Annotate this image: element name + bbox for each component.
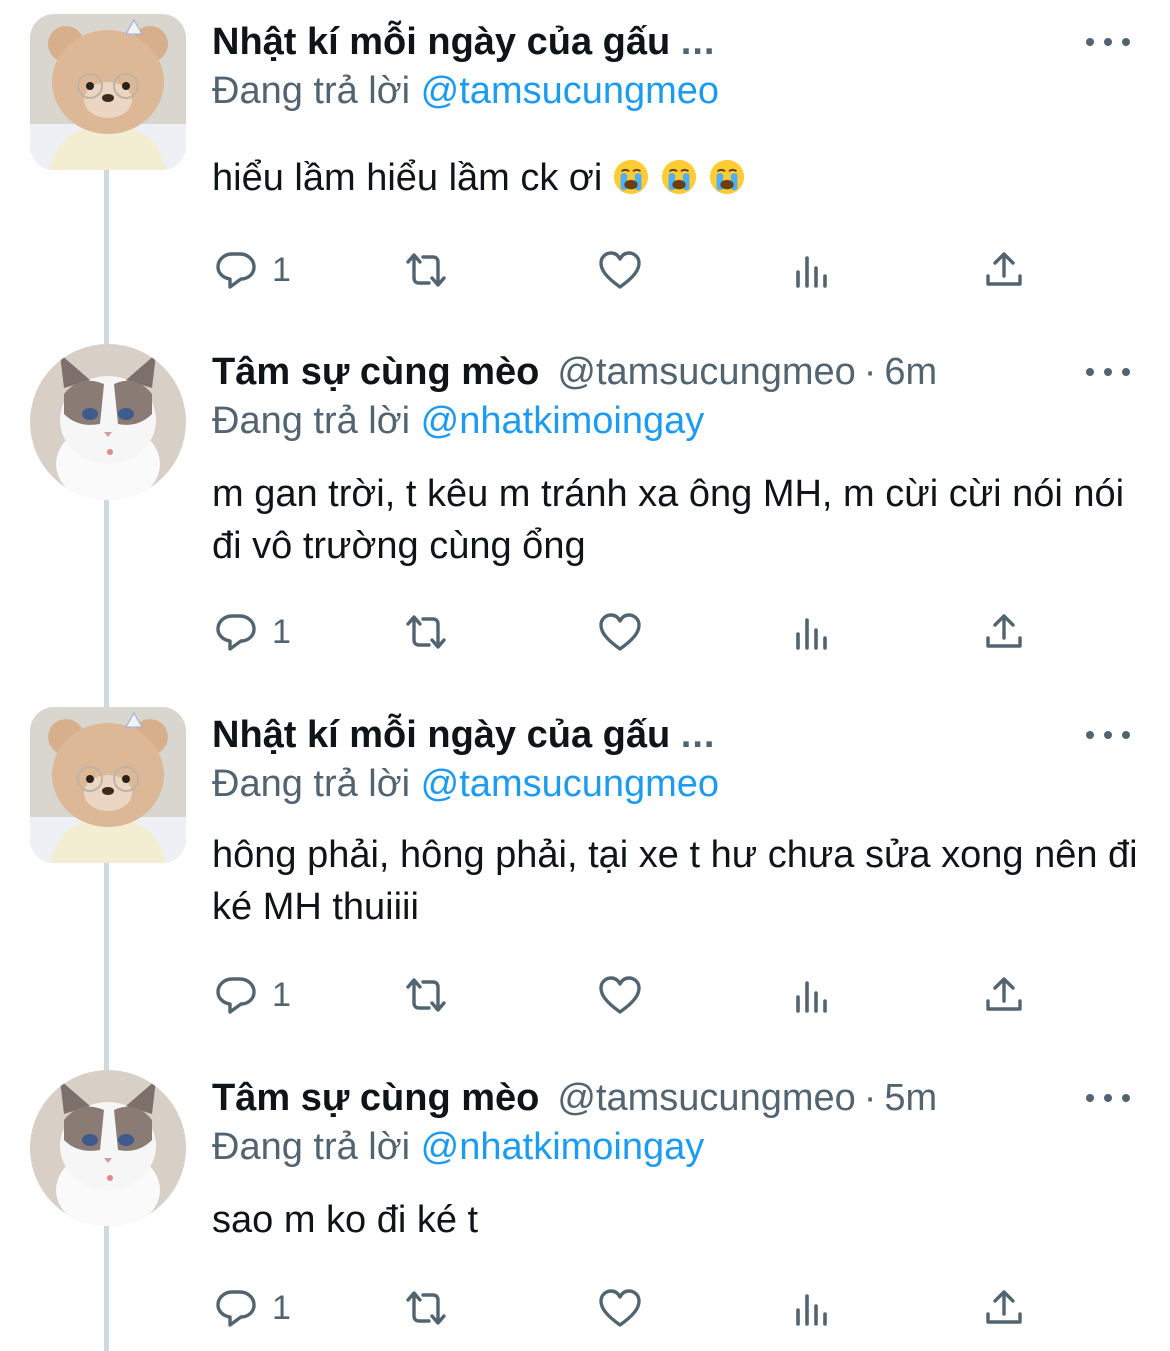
more-options-icon[interactable] bbox=[1086, 707, 1130, 763]
like-icon bbox=[599, 976, 641, 1014]
tweet-body: hiểu lầm hiểu lầm ck ơi bbox=[212, 157, 603, 199]
tweet-actions: 1 bbox=[212, 1280, 1112, 1336]
reply-context: Đang trả lời @tamsucungmeo bbox=[212, 64, 719, 118]
reply-icon bbox=[216, 977, 256, 1014]
retweet-icon bbox=[406, 978, 446, 1012]
retweet-button[interactable] bbox=[402, 242, 450, 298]
reply-icon bbox=[216, 614, 256, 651]
timestamp[interactable]: 6m bbox=[884, 351, 937, 393]
reply-count: 1 bbox=[272, 1288, 291, 1327]
tweet-text: hông phải, hông phải, tại xe t hư chưa s… bbox=[212, 834, 1138, 928]
meta-separator: · bbox=[863, 351, 877, 393]
views-icon bbox=[796, 256, 827, 288]
reply-prefix: Đang trả lời bbox=[212, 70, 411, 112]
tweet-text: hiểu lầm hiểu lầm ck ơi bbox=[212, 152, 1142, 204]
reply-button[interactable]: 1 bbox=[212, 967, 291, 1023]
reply-mention-link[interactable]: @tamsucungmeo bbox=[421, 763, 719, 805]
tweet-header: Tâm sự cùng mèo @tamsucungmeo · 6m bbox=[212, 344, 1112, 400]
tweet-actions: 1 bbox=[212, 604, 1112, 660]
tweet-text: m gan trời, t kêu m tránh xa ông MH, m c… bbox=[212, 473, 1125, 567]
tweet-header: Nhật kí mỗi ngày của gấu ... bbox=[212, 14, 1112, 70]
share-icon bbox=[986, 977, 1022, 1011]
more-options-icon[interactable] bbox=[1086, 1070, 1130, 1126]
author-name[interactable]: Nhật kí mỗi ngày của gấu bbox=[212, 21, 670, 63]
views-button[interactable] bbox=[788, 242, 836, 298]
author-name[interactable]: Tâm sự cùng mèo bbox=[212, 1077, 539, 1119]
author-name[interactable]: Tâm sự cùng mèo bbox=[212, 351, 539, 393]
reply-mention-link[interactable]: @nhatkimoingay bbox=[421, 1126, 705, 1168]
like-button[interactable] bbox=[596, 242, 644, 298]
reply-context: Đang trả lời @nhatkimoingay bbox=[212, 1120, 704, 1174]
reply-context: Đang trả lời @tamsucungmeo bbox=[212, 757, 719, 811]
like-icon bbox=[599, 613, 641, 651]
retweet-icon bbox=[406, 1291, 446, 1325]
like-button[interactable] bbox=[596, 604, 644, 660]
views-icon bbox=[796, 1294, 827, 1326]
reply-count: 1 bbox=[272, 975, 291, 1014]
reply-button[interactable]: 1 bbox=[212, 1280, 291, 1336]
cat-avatar[interactable] bbox=[30, 344, 186, 500]
name-truncation: ... bbox=[680, 21, 716, 63]
retweet-icon bbox=[406, 615, 446, 649]
loudly-crying-face-icon bbox=[710, 159, 745, 195]
reply-icon bbox=[216, 252, 256, 289]
views-icon bbox=[796, 981, 827, 1013]
cat-avatar[interactable] bbox=[30, 1070, 186, 1226]
retweet-button[interactable] bbox=[402, 967, 450, 1023]
meta-separator: · bbox=[863, 1077, 877, 1119]
reply-mention-link[interactable]: @nhatkimoingay bbox=[421, 400, 705, 442]
more-options-icon[interactable] bbox=[1086, 14, 1130, 70]
tweet-actions: 1 bbox=[212, 242, 1112, 298]
reply-mention-link[interactable]: @tamsucungmeo bbox=[421, 70, 719, 112]
more-options-icon[interactable] bbox=[1086, 344, 1130, 400]
share-button[interactable] bbox=[980, 967, 1028, 1023]
share-button[interactable] bbox=[980, 242, 1028, 298]
author-handle[interactable]: @tamsucungmeo bbox=[557, 351, 855, 393]
loudly-crying-face-icon bbox=[662, 159, 697, 195]
like-button[interactable] bbox=[596, 967, 644, 1023]
views-button[interactable] bbox=[788, 967, 836, 1023]
timestamp[interactable]: 5m bbox=[884, 1077, 937, 1119]
views-button[interactable] bbox=[788, 604, 836, 660]
tweet-header: Nhật kí mỗi ngày của gấu ... bbox=[212, 707, 1112, 763]
author-handle[interactable]: @tamsucungmeo bbox=[557, 1077, 855, 1119]
views-icon bbox=[796, 618, 827, 650]
views-button[interactable] bbox=[788, 1280, 836, 1336]
retweet-button[interactable] bbox=[402, 1280, 450, 1336]
author-name[interactable]: Nhật kí mỗi ngày của gấu bbox=[212, 714, 670, 756]
tweet-actions: 1 bbox=[212, 967, 1112, 1023]
reply-prefix: Đang trả lời bbox=[212, 400, 411, 442]
share-icon bbox=[986, 252, 1022, 286]
share-button[interactable] bbox=[980, 1280, 1028, 1336]
name-truncation: ... bbox=[680, 714, 716, 756]
reply-button[interactable]: 1 bbox=[212, 242, 291, 298]
share-button[interactable] bbox=[980, 604, 1028, 660]
like-icon bbox=[599, 251, 641, 289]
tweet-text: sao m ko đi ké t bbox=[212, 1199, 479, 1241]
reply-icon bbox=[216, 1290, 256, 1327]
bear-avatar[interactable] bbox=[30, 707, 186, 863]
reply-count: 1 bbox=[272, 612, 291, 651]
bear-avatar[interactable] bbox=[30, 14, 186, 170]
reply-count: 1 bbox=[272, 250, 291, 289]
reply-prefix: Đang trả lời bbox=[212, 763, 411, 805]
loudly-crying-face-icon bbox=[614, 159, 649, 195]
like-icon bbox=[599, 1289, 641, 1327]
share-icon bbox=[986, 1290, 1022, 1324]
share-icon bbox=[986, 614, 1022, 648]
retweet-icon bbox=[406, 253, 446, 287]
like-button[interactable] bbox=[596, 1280, 644, 1336]
reply-button[interactable]: 1 bbox=[212, 604, 291, 660]
tweet-header: Tâm sự cùng mèo @tamsucungmeo · 5m bbox=[212, 1070, 1112, 1126]
reply-context: Đang trả lời @nhatkimoingay bbox=[212, 394, 704, 448]
reply-prefix: Đang trả lời bbox=[212, 1126, 411, 1168]
retweet-button[interactable] bbox=[402, 604, 450, 660]
